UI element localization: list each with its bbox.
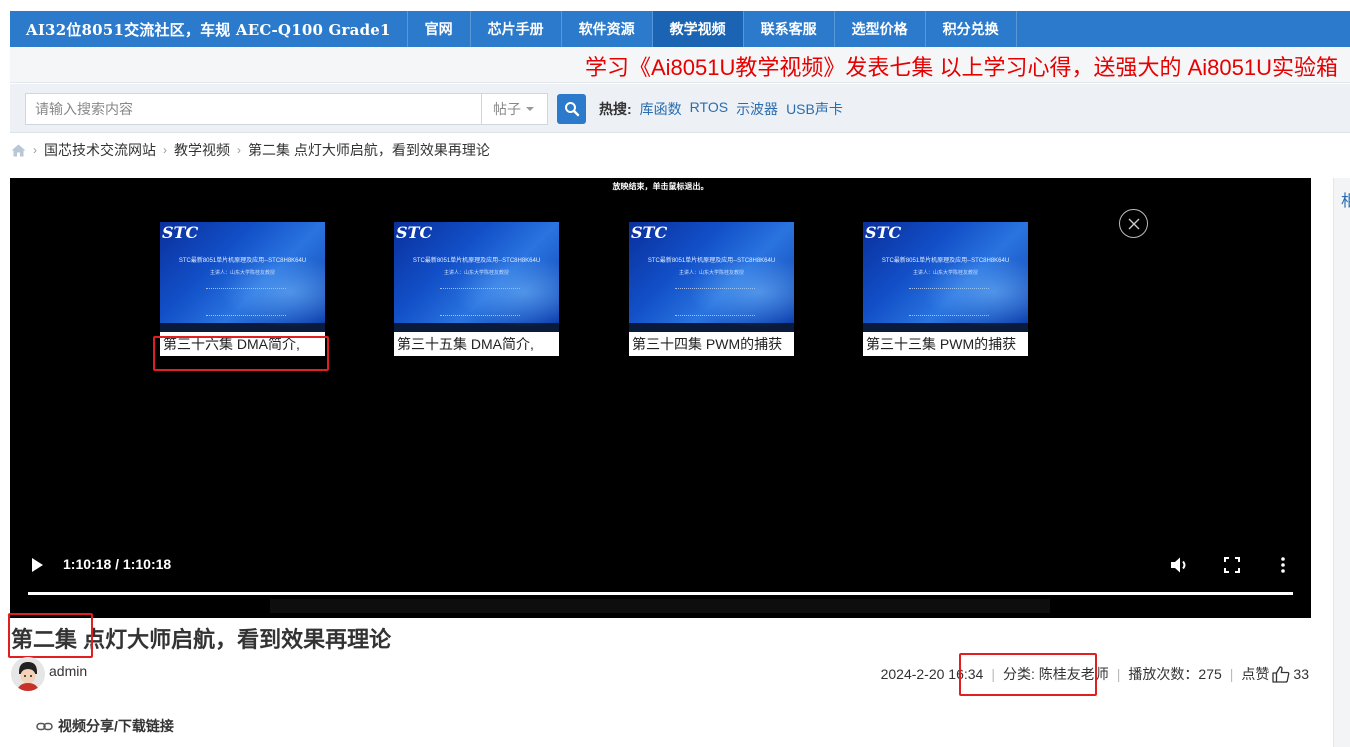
highlight-box: [153, 336, 329, 371]
video-player[interactable]: 放映结束，单击鼠标退出。 STC STC最新8051单片机原理及应用--STC8…: [10, 178, 1311, 618]
caret-down-icon: [526, 107, 534, 111]
related-video-caption: 第三十四集 PWM的捕获: [629, 332, 794, 356]
player-controls: 1:10:18 / 1:10:18: [10, 548, 1311, 608]
hot-search-label: 热搜:: [599, 101, 632, 117]
link-icon: [36, 722, 53, 730]
breadcrumb: › 国芯技术交流网站 › 教学视频 › 第二集 点灯大师启航，看到效果再理论: [11, 141, 490, 159]
nav-item-contact[interactable]: 联系客服: [744, 11, 835, 47]
nav-item-software[interactable]: 软件资源: [562, 11, 653, 47]
hot-search-item[interactable]: 库函数: [640, 99, 682, 119]
like-count: 33: [1293, 666, 1309, 682]
thumbnail-line: 主讲人：山东大学陈桂友教授: [443, 270, 509, 276]
hot-search-item[interactable]: RTOS: [690, 99, 728, 119]
right-sidebar-heading: 相: [1341, 193, 1350, 210]
thumbnail-line: 主讲人：山东大学陈桂友教授: [209, 270, 275, 276]
top-nav: AI32位8051交流社区，车规 AEC-Q100 Grade1 官网 芯片手册…: [10, 11, 1350, 47]
play-icon[interactable]: [30, 557, 44, 573]
thumbnail-line: STC最新8051单片机原理及应用--STC8H8K64U: [412, 258, 541, 264]
search-type-select[interactable]: 帖子: [481, 93, 548, 125]
thumbnail-line: STC最新8051单片机原理及应用--STC8H8K64U: [178, 258, 307, 264]
share-download-link[interactable]: 视频分享/下载链接: [36, 716, 174, 736]
close-overlay-button[interactable]: [1119, 209, 1148, 238]
search-type-label: 帖子: [493, 101, 521, 117]
site-brand[interactable]: AI32位8051交流社区，车规 AEC-Q100 Grade1: [10, 11, 408, 47]
related-video-thumb[interactable]: STC STC最新8051单片机原理及应用--STC8H8K64U 主讲人：山东…: [394, 222, 559, 356]
breadcrumb-item-current: 第二集 点灯大师启航，看到效果再理论: [248, 142, 490, 158]
nav-item-chip-manual[interactable]: 芯片手册: [471, 11, 562, 47]
stc-logo: STC: [162, 223, 199, 242]
avatar[interactable]: [11, 657, 45, 691]
play-count: 播放次数：275: [1128, 666, 1222, 682]
like-button[interactable]: 点赞 33: [1241, 664, 1309, 684]
breadcrumb-separator: ›: [237, 143, 241, 157]
related-video-caption: 第三十五集 DMA简介,: [394, 332, 559, 356]
search-bar: 帖子 热搜: 库函数 RTOS 示波器 USB声卡: [10, 84, 1350, 133]
search-button[interactable]: [557, 94, 586, 124]
thumbnail-line: 主讲人：山东大学陈桂友教授: [912, 270, 978, 276]
thumbnail-line: STC最新8051单片机原理及应用--STC8H8K64U: [881, 258, 1010, 264]
progress-bar[interactable]: [28, 592, 1293, 595]
close-icon: [1128, 218, 1139, 229]
related-video-thumb[interactable]: STC STC最新8051单片机原理及应用--STC8H8K64U 主讲人：山东…: [863, 222, 1028, 356]
fullscreen-icon[interactable]: [1224, 557, 1240, 573]
home-icon[interactable]: [11, 144, 26, 157]
hot-searches: 热搜: 库函数 RTOS 示波器 USB声卡: [599, 99, 843, 119]
like-label: 点赞: [1241, 666, 1270, 682]
search-icon: [564, 102, 579, 117]
nav-item-pricing[interactable]: 选型价格: [835, 11, 926, 47]
stc-logo: STC: [396, 223, 433, 242]
video-thumbnail-image: STC STC最新8051单片机原理及应用--STC8H8K64U 主讲人：山东…: [160, 222, 325, 332]
video-thumbnail-image: STC STC最新8051单片机原理及应用--STC8H8K64U 主讲人：山东…: [394, 222, 559, 332]
highlight-box: [8, 613, 93, 658]
breadcrumb-separator: ›: [163, 143, 167, 157]
user-avatar-icon: [11, 657, 45, 691]
more-options-icon[interactable]: [1280, 556, 1286, 574]
related-video-thumb[interactable]: STC STC最新8051单片机原理及应用--STC8H8K64U 主讲人：山东…: [629, 222, 794, 356]
author-name[interactable]: admin: [49, 663, 87, 679]
nav-item-teaching-videos[interactable]: 教学视频: [652, 11, 744, 47]
nav-item-official-site[interactable]: 官网: [408, 11, 471, 47]
announcement-bar: 学习《Ai8051U教学视频》发表七集 以上学习心得，送强大的 Ai8051U实…: [10, 47, 1350, 83]
related-video-caption: 第三十三集 PWM的捕获: [863, 332, 1028, 356]
playback-time: 1:10:18 / 1:10:18: [63, 556, 172, 572]
stc-logo: STC: [631, 223, 668, 242]
thumbs-up-icon: [1272, 665, 1290, 683]
breadcrumb-separator: ›: [33, 143, 37, 157]
hot-search-item[interactable]: 示波器: [736, 99, 778, 119]
nav-item-points[interactable]: 积分兑换: [926, 11, 1017, 47]
share-label: 视频分享/下载链接: [58, 718, 174, 734]
thumbnail-line: 主讲人：山东大学陈桂友教授: [678, 270, 744, 276]
highlight-box: [959, 653, 1097, 696]
stc-logo: STC: [865, 223, 902, 242]
end-message: 放映结束，单击鼠标退出。: [612, 182, 709, 191]
thumbnail-line: STC最新8051单片机原理及应用--STC8H8K64U: [647, 258, 776, 264]
announcement-link[interactable]: 学习《Ai8051U教学视频》发表七集 以上学习心得，送强大的 Ai8051U实…: [585, 50, 1338, 82]
breadcrumb-item-section[interactable]: 教学视频: [174, 140, 230, 160]
right-sidebar: 相: [1333, 178, 1350, 747]
search-input[interactable]: [25, 93, 481, 125]
hot-search-item[interactable]: USB声卡: [786, 99, 843, 119]
video-thumbnail-image: STC STC最新8051单片机原理及应用--STC8H8K64U 主讲人：山东…: [863, 222, 1028, 332]
volume-icon[interactable]: [1169, 556, 1191, 574]
video-thumbnail-image: STC STC最新8051单片机原理及应用--STC8H8K64U 主讲人：山东…: [629, 222, 794, 332]
breadcrumb-item-site[interactable]: 国芯技术交流网站: [44, 140, 156, 160]
